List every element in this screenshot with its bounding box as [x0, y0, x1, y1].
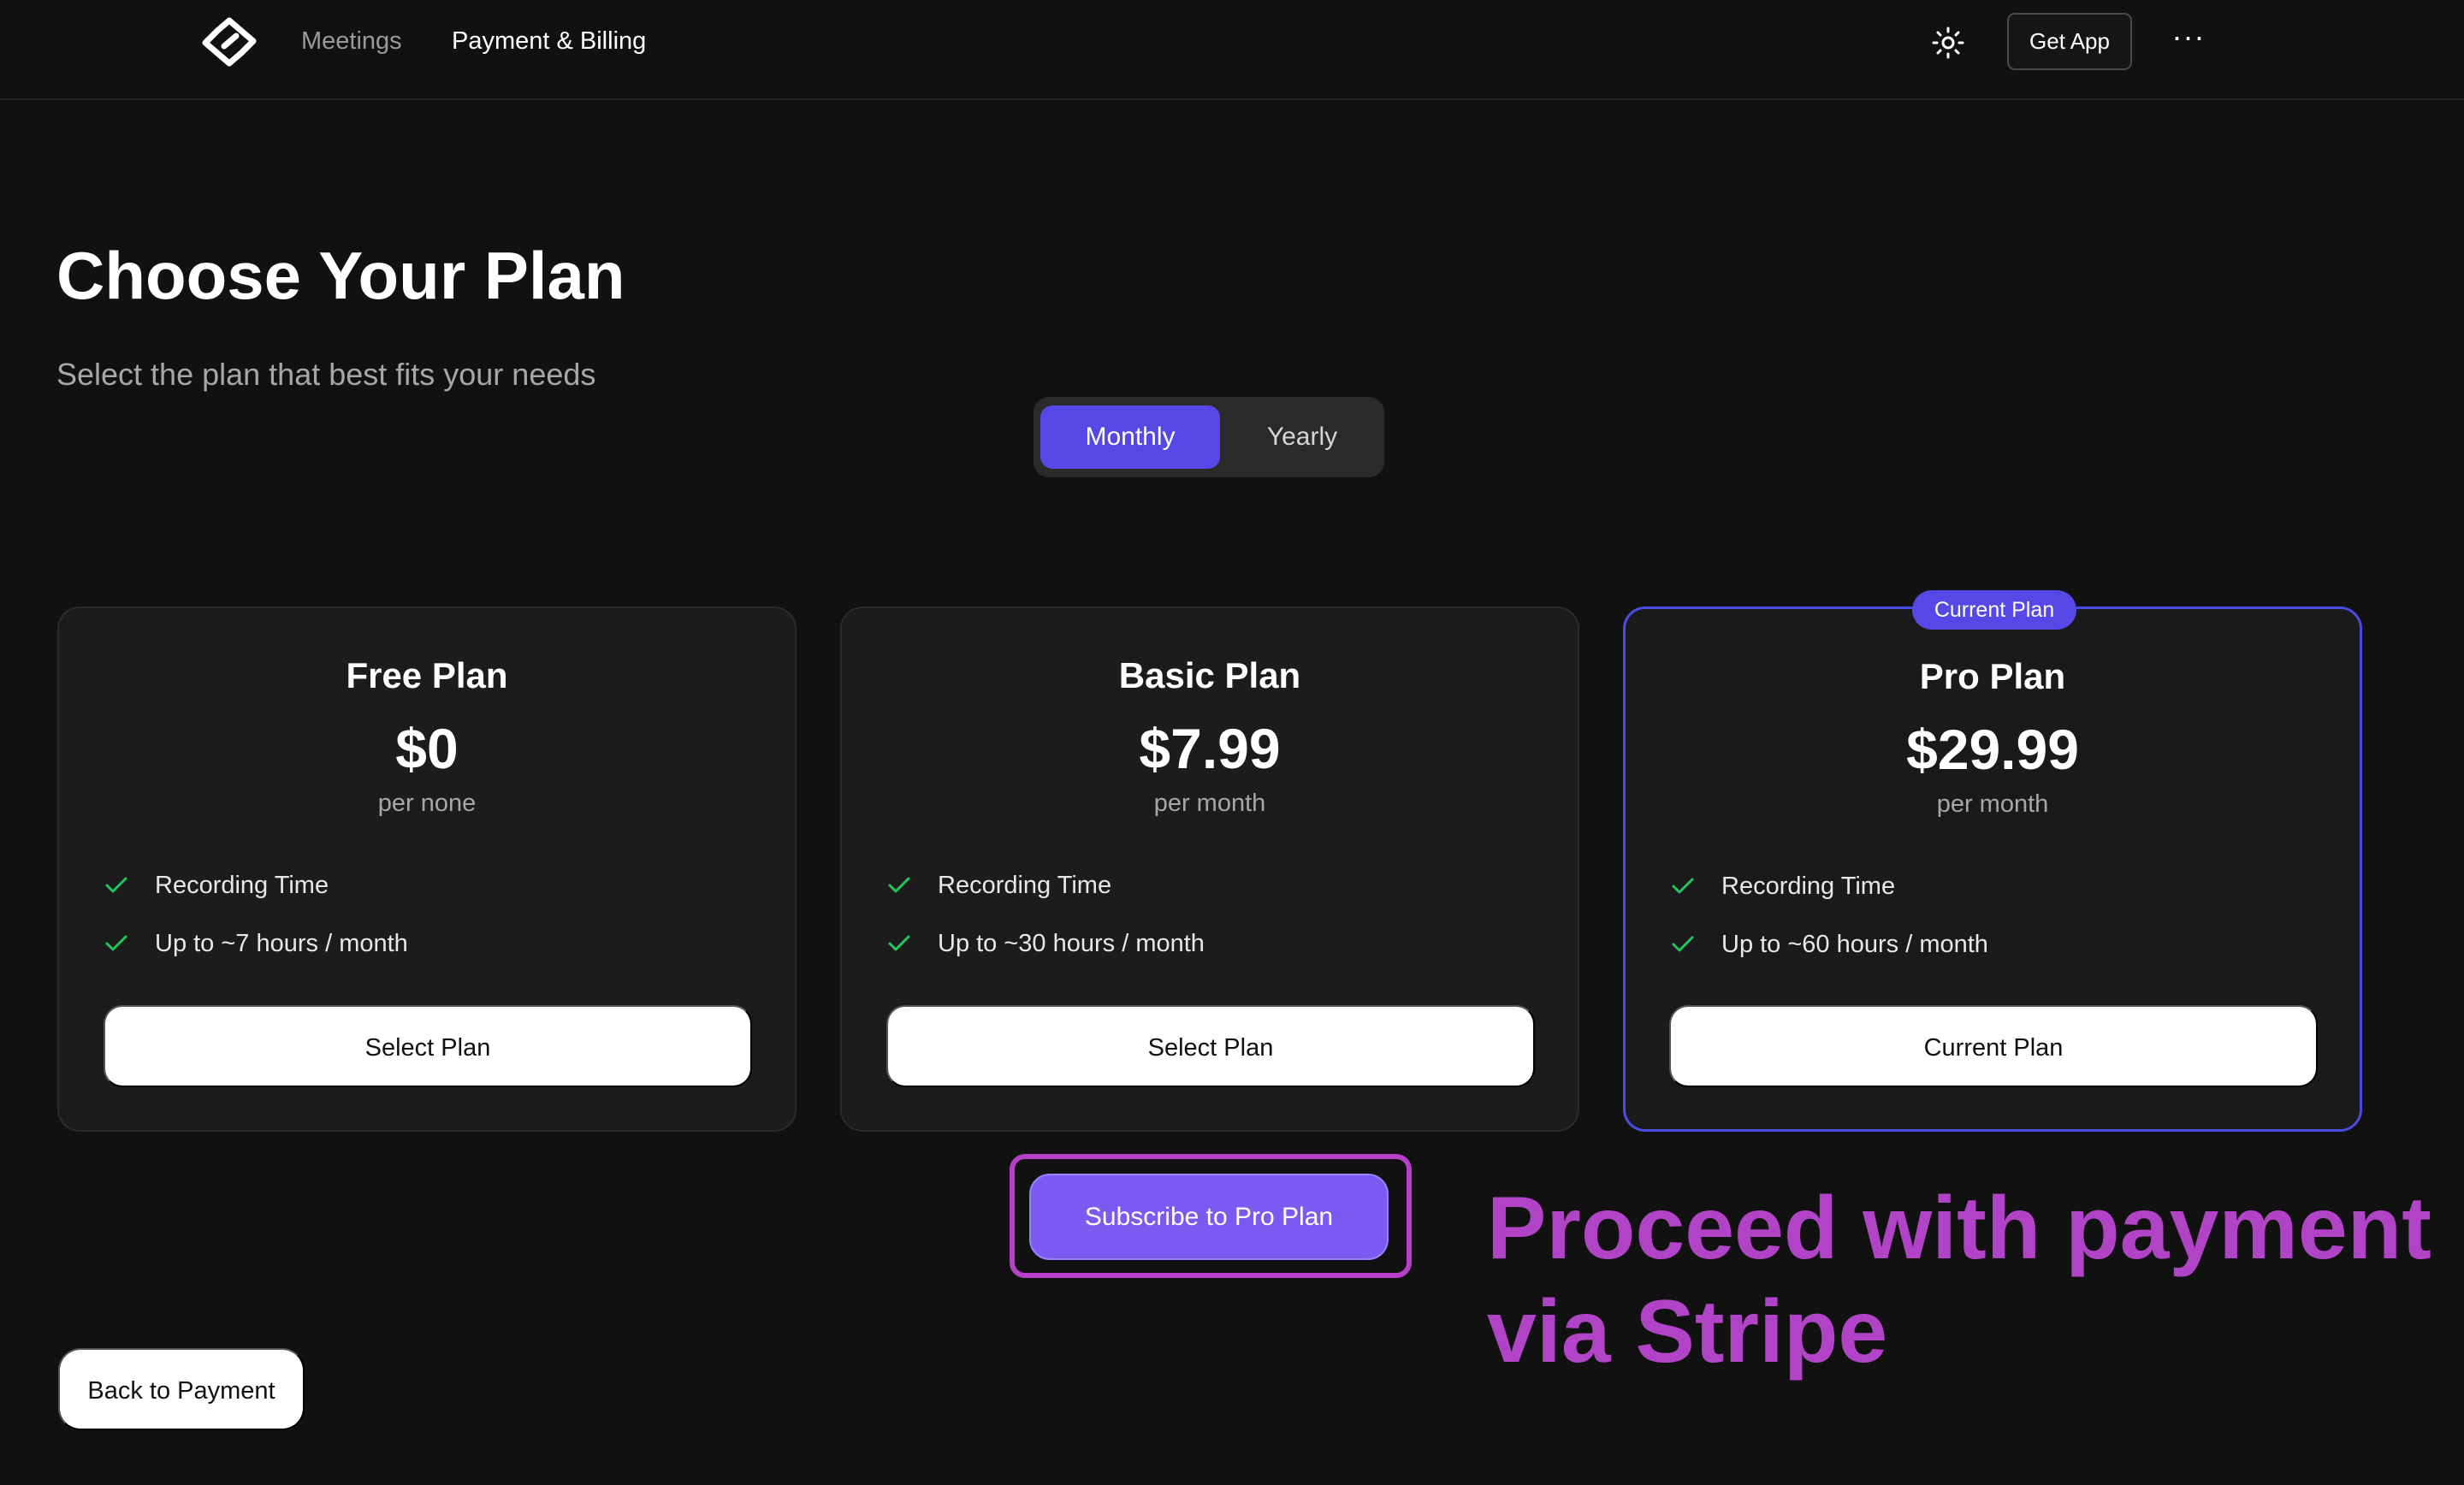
plan-card-free: Free Plan $0 per none Recording Time Up … — [57, 606, 797, 1132]
check-icon — [105, 935, 127, 951]
feature-label: Recording Time — [155, 871, 329, 899]
app-logo-icon[interactable] — [198, 15, 260, 68]
sun-icon[interactable] — [1930, 25, 1966, 61]
subscribe-pro-button[interactable]: Subscribe to Pro Plan — [1029, 1174, 1389, 1260]
current-plan-button[interactable]: Current Plan — [1669, 1005, 2318, 1087]
page-title: Choose Your Plan — [56, 238, 625, 313]
page-subtitle: Select the plan that best fits your need… — [56, 357, 596, 392]
feature-item: Up to ~60 hours / month — [1672, 927, 1988, 961]
plan-name: Free Plan — [346, 655, 508, 695]
feature-item: Recording Time — [888, 868, 1111, 902]
plan-price: $7.99 — [1139, 717, 1281, 780]
nav-link-payment-billing[interactable]: Payment & Billing — [452, 26, 646, 56]
toggle-yearly[interactable]: Yearly — [1227, 405, 1377, 469]
check-icon — [105, 877, 127, 893]
feature-item: Up to ~30 hours / month — [888, 926, 1205, 961]
billing-period-toggle: Monthly Yearly — [1034, 397, 1384, 477]
back-to-payment-button[interactable]: Back to Payment — [58, 1348, 305, 1430]
top-navbar: Meetings Payment & Billing Get App ··· — [0, 0, 2464, 100]
current-plan-badge: Current Plan — [1912, 590, 2076, 630]
nav-link-meetings[interactable]: Meetings — [301, 26, 402, 56]
check-icon — [1672, 936, 1694, 952]
feature-label: Up to ~60 hours / month — [1721, 930, 1988, 958]
feature-item: Up to ~7 hours / month — [105, 926, 408, 961]
plan-name: Basic Plan — [1118, 655, 1301, 695]
more-horizontal-icon[interactable]: ··· — [2168, 21, 2209, 58]
select-plan-button-free[interactable]: Select Plan — [104, 1005, 752, 1087]
plan-period: per month — [1153, 790, 1266, 817]
plan-price: $0 — [395, 717, 459, 780]
feature-label: Recording Time — [1721, 872, 1896, 900]
plan-card-pro: Current Plan Pro Plan $29.99 per month R… — [1623, 590, 2362, 1132]
check-icon — [888, 935, 910, 951]
plan-period: per month — [1936, 790, 2049, 818]
get-app-button[interactable]: Get App — [2007, 13, 2132, 70]
feature-label: Recording Time — [938, 871, 1112, 899]
plan-name: Pro Plan — [1919, 656, 2066, 696]
check-icon — [888, 877, 910, 893]
check-icon — [1672, 878, 1694, 894]
feature-item: Recording Time — [105, 868, 329, 902]
select-plan-button-basic[interactable]: Select Plan — [886, 1005, 1535, 1087]
feature-label: Up to ~30 hours / month — [938, 929, 1205, 957]
toggle-monthly[interactable]: Monthly — [1040, 405, 1220, 469]
plan-price: $29.99 — [1906, 718, 2079, 781]
annotation-text: Proceed with payment via Stripe — [1487, 1179, 2431, 1381]
feature-label: Up to ~7 hours / month — [155, 929, 408, 957]
plan-card-basic: Basic Plan $7.99 per month Recording Tim… — [840, 606, 1579, 1132]
feature-item: Recording Time — [1672, 869, 1895, 903]
plan-period: per none — [377, 790, 477, 817]
